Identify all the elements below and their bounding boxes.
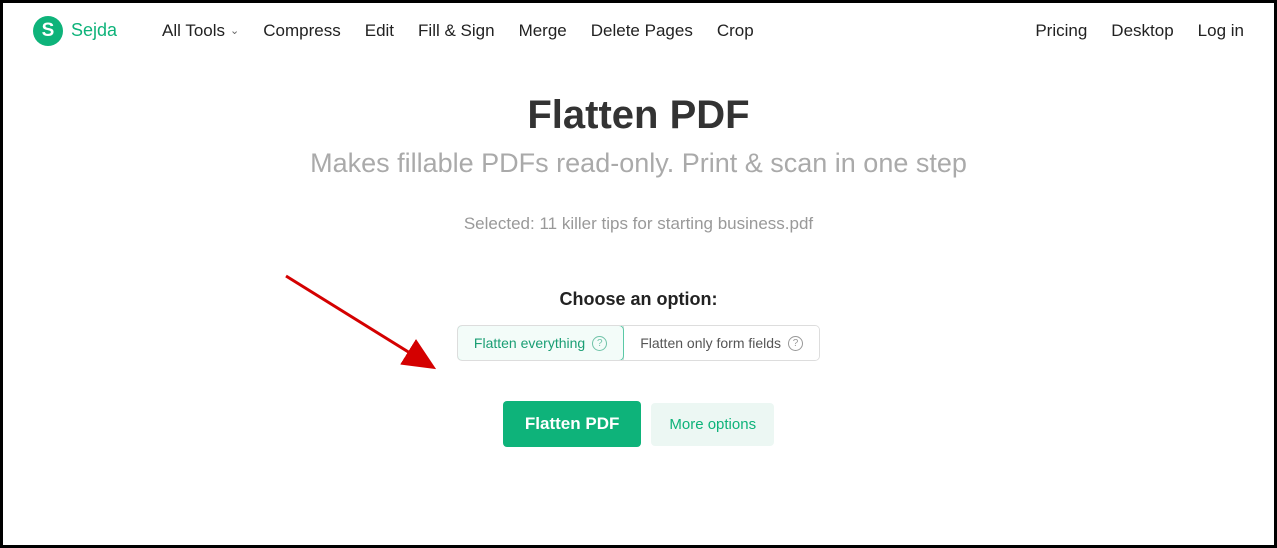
- logo-icon: S: [33, 16, 63, 46]
- nav-delete-pages[interactable]: Delete Pages: [591, 21, 693, 41]
- option-flatten-everything[interactable]: Flatten everything ?: [457, 325, 624, 361]
- option-flatten-everything-label: Flatten everything: [474, 335, 585, 351]
- nav-merge[interactable]: Merge: [519, 21, 567, 41]
- nav-crop[interactable]: Crop: [717, 21, 754, 41]
- nav-pricing[interactable]: Pricing: [1035, 21, 1087, 41]
- help-icon[interactable]: ?: [788, 336, 803, 351]
- more-options-button[interactable]: More options: [651, 403, 774, 446]
- selected-filename: 11 killer tips for starting business.pdf: [539, 214, 813, 233]
- page-subtitle: Makes fillable PDFs read-only. Print & s…: [3, 148, 1274, 179]
- main-content: Flatten PDF Makes fillable PDFs read-onl…: [3, 58, 1274, 447]
- nav-login[interactable]: Log in: [1198, 21, 1244, 41]
- brand-name: Sejda: [71, 20, 117, 41]
- option-toggle-group: Flatten everything ? Flatten only form f…: [457, 325, 820, 361]
- nav-compress[interactable]: Compress: [263, 21, 340, 41]
- nav-primary: All Tools ⌄ Compress Edit Fill & Sign Me…: [162, 21, 754, 41]
- nav-secondary: Pricing Desktop Log in: [1035, 21, 1244, 41]
- nav-desktop[interactable]: Desktop: [1111, 21, 1173, 41]
- page-title: Flatten PDF: [3, 93, 1274, 138]
- selected-file-line: Selected: 11 killer tips for starting bu…: [3, 214, 1274, 234]
- nav-fill-sign[interactable]: Fill & Sign: [418, 21, 495, 41]
- nav-all-tools[interactable]: All Tools ⌄: [162, 21, 239, 41]
- help-icon[interactable]: ?: [592, 336, 607, 351]
- nav-edit[interactable]: Edit: [365, 21, 394, 41]
- choose-option-label: Choose an option:: [3, 289, 1274, 310]
- action-row: Flatten PDF More options: [3, 401, 1274, 447]
- header: S Sejda All Tools ⌄ Compress Edit Fill &…: [3, 3, 1274, 58]
- selected-prefix: Selected:: [464, 214, 540, 233]
- brand-logo[interactable]: S Sejda: [33, 16, 117, 46]
- flatten-pdf-button[interactable]: Flatten PDF: [503, 401, 641, 447]
- chevron-down-icon: ⌄: [230, 24, 239, 37]
- nav-all-tools-label: All Tools: [162, 21, 225, 41]
- option-flatten-form-fields[interactable]: Flatten only form fields ?: [623, 326, 819, 360]
- option-flatten-form-fields-label: Flatten only form fields: [640, 335, 781, 351]
